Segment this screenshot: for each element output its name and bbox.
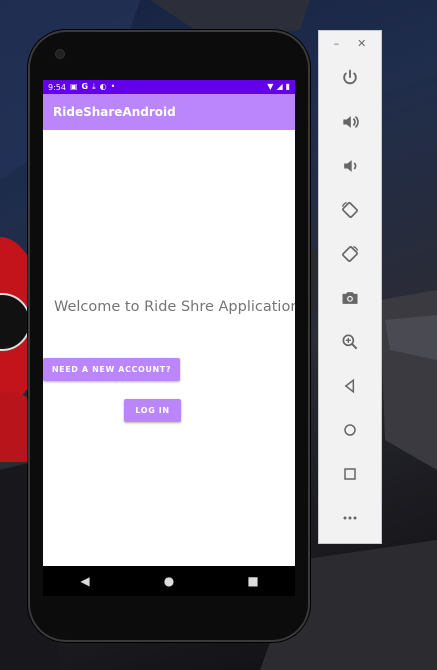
volume-up-icon[interactable] — [335, 109, 365, 135]
dot-icon: • — [110, 82, 116, 91]
home-icon[interactable] — [335, 417, 365, 443]
download-icon: ⤓ — [92, 82, 96, 91]
status-bar: 9:54 ▣ G ⤓ ◐ • ▼ ◢ ▮ — [43, 80, 295, 94]
navigation-bar: ◀ ● ■ — [43, 566, 295, 596]
rotate-left-icon[interactable] — [335, 197, 365, 223]
more-icon[interactable] — [335, 505, 365, 531]
overview-icon[interactable] — [335, 461, 365, 487]
message-icon: ▣ — [69, 82, 78, 91]
nav-home-button[interactable]: ● — [149, 574, 189, 588]
minimize-button[interactable]: – — [334, 37, 340, 50]
phone-screen: 9:54 ▣ G ⤓ ◐ • ▼ ◢ ▮ RideShareAndroid We… — [43, 80, 295, 566]
back-icon[interactable] — [335, 373, 365, 399]
welcome-text: Welcome to Ride Shre Application — [54, 299, 295, 315]
battery-icon: ▮ — [285, 82, 290, 91]
sync-icon: ◐ — [99, 82, 107, 91]
app-title: RideShareAndroid — [53, 105, 176, 119]
app-title-bar: RideShareAndroid — [43, 94, 295, 130]
emulator-toolbar: – ✕ — [318, 30, 382, 544]
signal-icon: ◢ — [276, 82, 283, 91]
phone-side-button — [312, 250, 316, 310]
power-icon[interactable] — [335, 65, 365, 91]
rotate-right-icon[interactable] — [335, 241, 365, 267]
close-button[interactable]: ✕ — [357, 37, 366, 50]
volume-down-icon[interactable] — [335, 153, 365, 179]
front-camera — [55, 49, 65, 59]
nav-recents-button[interactable]: ■ — [233, 574, 273, 588]
camera-icon[interactable] — [335, 285, 365, 311]
new-account-button[interactable]: NEED A NEW ACCOUNT? — [43, 358, 180, 381]
wifi-icon: ▼ — [267, 82, 274, 91]
nav-back-button[interactable]: ◀ — [65, 574, 105, 588]
status-time: 9:54 — [48, 82, 66, 92]
google-icon: G — [81, 82, 89, 91]
zoom-icon[interactable] — [335, 329, 365, 355]
login-button[interactable]: LOG IN — [124, 399, 181, 422]
